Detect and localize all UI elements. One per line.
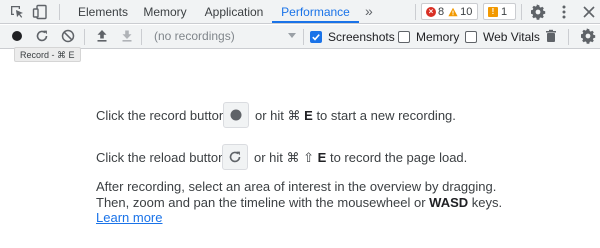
reload-icon xyxy=(229,151,241,163)
gear-icon[interactable] xyxy=(529,3,547,21)
active-tab-indicator xyxy=(272,21,359,23)
error-icon: × xyxy=(426,6,436,17)
toolbar-divider xyxy=(303,29,304,45)
screenshots-label[interactable]: Screenshots xyxy=(328,30,395,44)
tab-application[interactable]: Application xyxy=(196,0,272,24)
performance-toolbar: (no recordings) Screenshots Memory Web V… xyxy=(0,25,600,49)
record-icon[interactable] xyxy=(9,28,25,44)
trash-icon[interactable] xyxy=(543,28,559,44)
close-icon[interactable] xyxy=(580,3,598,21)
inspect-element-icon[interactable] xyxy=(8,3,26,21)
web-vitals-label[interactable]: Web Vitals xyxy=(483,30,540,44)
screenshots-checkbox[interactable] xyxy=(310,31,322,43)
toolbar-divider xyxy=(568,29,569,45)
more-tabs-button[interactable]: » xyxy=(365,0,373,24)
reload-instruction: Click the reload button xyxy=(96,150,225,165)
record-instruction: Click the record button xyxy=(96,108,226,123)
issues-counter[interactable]: ! 1 xyxy=(483,3,516,20)
help-text-part2: keys. xyxy=(471,194,503,210)
record-prefix-text: Click the record button xyxy=(96,108,227,123)
reload-shortcut-text: or hit ⌘ ⇧ E to record the page load. xyxy=(254,150,467,166)
landing-record-button[interactable] xyxy=(223,102,249,128)
toolbar-divider xyxy=(141,29,142,45)
reload-suffix-text: to record the page load. xyxy=(329,150,468,165)
landing-help-paragraph: After recording, select an area of inter… xyxy=(96,179,526,226)
landing-reload-button[interactable] xyxy=(222,144,248,170)
tab-elements[interactable]: Elements xyxy=(68,0,138,24)
record-icon xyxy=(230,109,242,121)
reload-icon[interactable] xyxy=(34,28,50,44)
record-suffix-text: to start a new recording. xyxy=(316,108,456,123)
issue-icon: ! xyxy=(488,6,498,17)
reload-prefix-text: Click the reload button xyxy=(96,150,226,165)
memory-label[interactable]: Memory xyxy=(416,30,459,44)
more-vert-icon[interactable] xyxy=(555,3,573,21)
warning-count: 10 xyxy=(460,5,473,18)
device-toolbar-icon[interactable] xyxy=(31,3,49,21)
recordings-dropdown[interactable]: (no recordings) xyxy=(145,27,300,46)
clear-icon[interactable] xyxy=(60,28,76,44)
learn-more-link[interactable]: Learn more xyxy=(96,210,162,225)
reload-shortcut-key: E xyxy=(317,150,327,165)
toolbar-divider xyxy=(84,29,85,45)
issue-count: 1 xyxy=(501,5,508,18)
record-shortcut-prefix: or hit ⌘ xyxy=(255,108,301,123)
tab-bar-divider xyxy=(59,4,60,20)
record-tooltip: Record - ⌘ E xyxy=(14,47,81,62)
help-text-bold-keys: WASD xyxy=(429,194,469,210)
tab-bar-divider xyxy=(415,4,416,20)
recordings-placeholder: (no recordings) xyxy=(154,29,235,43)
download-icon[interactable] xyxy=(119,28,135,44)
devtools-tab-bar: Elements Memory Application Performance … xyxy=(0,0,600,24)
web-vitals-checkbox[interactable] xyxy=(465,31,477,43)
error-warning-counter[interactable]: × 8 10 xyxy=(421,3,478,20)
warning-icon xyxy=(448,7,458,16)
tab-bar-divider xyxy=(521,4,522,20)
tab-memory[interactable]: Memory xyxy=(137,0,193,24)
memory-checkbox[interactable] xyxy=(398,31,410,43)
capture-settings-gear-icon[interactable] xyxy=(580,28,596,44)
reload-shortcut-prefix: or hit ⌘ ⇧ xyxy=(254,150,315,165)
record-shortcut-key: E xyxy=(304,108,313,123)
chevron-down-icon xyxy=(288,33,296,38)
error-count: 8 xyxy=(438,5,445,18)
record-shortcut-text: or hit ⌘ E to start a new recording. xyxy=(255,108,456,124)
upload-icon[interactable] xyxy=(94,28,110,44)
